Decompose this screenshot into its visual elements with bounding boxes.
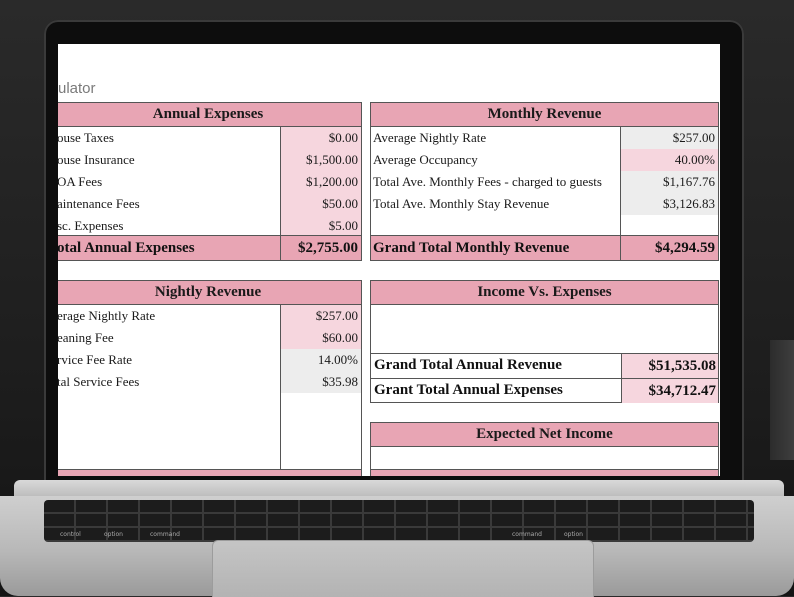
monthly-revenue-table: Monthly Revenue Average Nightly Rate $25… [370,102,719,261]
key-label: control [60,531,81,538]
income-vs-expenses-table: Income Vs. Expenses Grand Total Annual R… [370,280,719,403]
key-label: command [150,531,180,538]
background-object [770,340,794,460]
table-row[interactable]: Total Ave. Monthly Fees - charged to gue… [371,171,718,193]
sheet-title: ulator [58,80,96,97]
income-vs-expenses-header: Income Vs. Expenses [371,281,718,305]
table-row[interactable]: rvice Fee Rate 14.00% [58,349,361,371]
monthly-revenue-total-row: Grand Total Monthly Revenue $4,294.59 [371,235,718,260]
key-label: option [104,531,123,538]
key-label: command [512,531,542,538]
table-row[interactable]: sc. Expenses $5.00 [58,215,361,237]
table-row[interactable]: Average Nightly Rate $257.00 [371,127,718,149]
key-label: option [564,531,583,538]
nightly-revenue-total-strip [58,469,361,476]
table-row[interactable]: OA Fees $1,200.00 [58,171,361,193]
nightly-revenue-header: Nightly Revenue [58,281,361,305]
table-row[interactable]: Grand Total Annual Revenue $51,535.08 [371,353,718,378]
nightly-revenue-table: Nightly Revenue erage Nightly Rate $257.… [58,280,362,476]
annual-expenses-header: Annual Expenses [58,103,361,127]
table-row[interactable]: ouse Insurance $1,500.00 [58,149,361,171]
annual-expenses-table: Annual Expenses ouse Taxes $0.00 ouse In… [58,102,362,261]
annual-expenses-total-row: otal Annual Expenses $2,755.00 [58,235,361,260]
table-row[interactable]: Average Occupancy 40.00% [371,149,718,171]
monthly-revenue-header: Monthly Revenue [371,103,718,127]
trackpad [212,540,594,597]
expected-net-income-table: Expected Net Income [370,422,719,476]
table-row[interactable]: eaning Fee $60.00 [58,327,361,349]
expected-net-income-header: Expected Net Income [371,423,718,447]
table-row[interactable]: Grant Total Annual Expenses $34,712.47 [371,378,718,403]
table-row[interactable]: Total Ave. Monthly Stay Revenue $3,126.8… [371,193,718,215]
laptop-screen: ulator Annual Expenses ouse Taxes $0.00 … [58,44,720,476]
expected-net-income-value-strip [371,469,718,476]
keyboard: control option command command option [44,500,754,542]
table-row[interactable]: ouse Taxes $0.00 [58,127,361,149]
table-row[interactable]: aintenance Fees $50.00 [58,193,361,215]
table-row[interactable]: tal Service Fees $35.98 [58,371,361,393]
table-row[interactable]: erage Nightly Rate $257.00 [58,305,361,327]
